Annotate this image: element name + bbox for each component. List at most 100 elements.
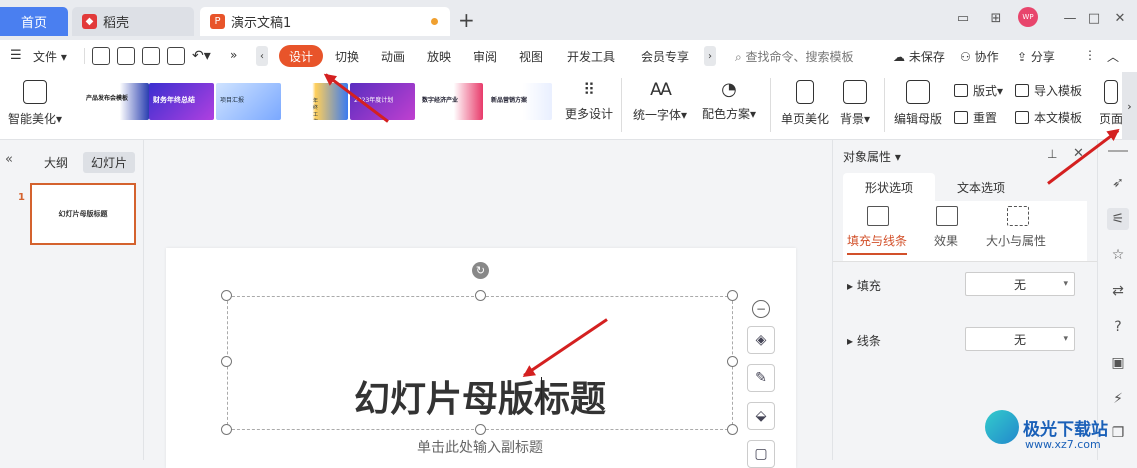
cube-icon: [23, 80, 48, 104]
tab-home[interactable]: 首页: [0, 7, 68, 36]
smart-beautify-button[interactable]: 智能美化▾: [8, 72, 62, 127]
tab-developer[interactable]: 开发工具: [567, 48, 615, 65]
collapse-ribbon-icon[interactable]: ︿: [1107, 48, 1119, 65]
collapse-toolbar-icon[interactable]: −: [752, 300, 770, 318]
close-icon[interactable]: ✕: [1109, 8, 1131, 28]
slide-subtitle[interactable]: 单击此处输入副标题: [227, 437, 733, 457]
tab-text-options[interactable]: 文本选项: [935, 173, 1027, 201]
tab-document-label: 演示文稿1: [231, 16, 292, 31]
share-icon: ⇪: [1017, 50, 1028, 64]
tab-slides[interactable]: 幻灯片: [83, 152, 136, 173]
avatar[interactable]: WP: [1018, 7, 1038, 27]
layers-icon[interactable]: ◈: [747, 326, 775, 354]
more-options-icon[interactable]: ⋮: [1084, 48, 1096, 62]
ribbon-scroll-right-button[interactable]: ›: [1122, 72, 1137, 140]
resize-handle[interactable]: [475, 424, 486, 435]
scroll-right-button[interactable]: ›: [704, 46, 716, 66]
undo-icon[interactable]: ↶▾: [192, 48, 211, 64]
reset-button[interactable]: 重置: [954, 109, 997, 126]
more-icon[interactable]: »: [230, 48, 237, 62]
resize-handle[interactable]: [221, 290, 232, 301]
resize-handle[interactable]: [221, 356, 232, 367]
file-menu[interactable]: 文件 ▾: [33, 48, 67, 65]
tab-view[interactable]: 视图: [519, 48, 543, 65]
brush-icon[interactable]: ✎: [747, 364, 775, 392]
template-thumbnail[interactable]: 数字经济产业: [418, 83, 483, 120]
layout-button[interactable]: 版式 ▾: [954, 82, 1003, 99]
new-tab-button[interactable]: +: [458, 8, 475, 32]
lightning-icon[interactable]: ⚡: [1107, 388, 1129, 410]
tab-animation[interactable]: 动画: [381, 48, 405, 65]
minimize-icon[interactable]: —: [1059, 8, 1081, 28]
resize-handle[interactable]: [727, 424, 738, 435]
collapse-pane-icon[interactable]: «: [5, 152, 13, 167]
print-icon[interactable]: [142, 47, 160, 65]
image-tool-icon[interactable]: ▣: [1107, 352, 1129, 374]
drag-handle[interactable]: [1108, 150, 1128, 152]
frame-icon[interactable]: ▢: [747, 440, 775, 468]
tab-review[interactable]: 审阅: [473, 48, 497, 65]
edit-master-label: 编辑母版: [894, 112, 943, 126]
pin-icon[interactable]: ⊥: [1047, 147, 1057, 161]
template-thumbnail-label: 数字经济产业: [422, 97, 459, 104]
import-template-button[interactable]: 导入模板: [1015, 82, 1082, 99]
fill-section-toggle[interactable]: ▸ 填充: [847, 277, 881, 294]
resize-handle[interactable]: [727, 356, 738, 367]
share-button[interactable]: ⇪ 分享: [1017, 48, 1055, 65]
fill-select[interactable]: 无: [965, 272, 1075, 296]
window-layout-icon[interactable]: ▭: [952, 8, 974, 28]
tab-slideshow[interactable]: 放映: [427, 48, 451, 65]
maximize-icon[interactable]: □: [1083, 8, 1105, 28]
tab-outline[interactable]: 大纲: [36, 152, 76, 173]
template-thumbnail[interactable]: 财务年终总结: [149, 83, 214, 120]
line-select[interactable]: 无: [965, 327, 1075, 351]
template-thumbnail[interactable]: 产品发布会模板: [84, 83, 149, 120]
properties-title[interactable]: 对象属性 ▾: [843, 148, 901, 165]
unify-font-button[interactable]: AA 统一字体▾: [633, 72, 687, 123]
subtab-fill-line[interactable]: 填充与线条: [847, 232, 908, 255]
slide-pane: « 大纲 幻灯片 1 幻灯片母版标题: [0, 140, 144, 460]
tab-design[interactable]: 设计: [279, 45, 323, 67]
presentation-logo-icon: P: [210, 14, 225, 29]
template-thumbnail[interactable]: 新品营销方案: [487, 83, 552, 120]
slide-thumbnail[interactable]: 幻灯片母版标题: [30, 183, 136, 245]
color-scheme-button[interactable]: ◔ 配色方案▾: [702, 72, 756, 122]
subtab-size-properties[interactable]: 大小与属性: [986, 232, 1046, 249]
resize-handle[interactable]: [475, 290, 486, 301]
tab-shape-options[interactable]: 形状选项: [843, 173, 935, 201]
preview-icon[interactable]: [167, 47, 185, 65]
tab-document[interactable]: P 演示文稿1: [200, 7, 450, 36]
unsaved-status[interactable]: ☁ 未保存: [893, 48, 945, 65]
help-icon[interactable]: ?: [1107, 316, 1129, 338]
grid-apps-icon[interactable]: ⊞: [985, 8, 1007, 28]
star-magic-icon[interactable]: ☆: [1107, 244, 1129, 266]
template-thumbnail[interactable]: 项目汇报: [216, 83, 281, 120]
line-section-toggle[interactable]: ▸ 线条: [847, 332, 881, 349]
rocket-icon[interactable]: ➶: [1107, 172, 1129, 194]
tab-member[interactable]: 会员专享: [641, 48, 689, 65]
single-page-beautify-button[interactable]: 单页美化: [781, 72, 829, 127]
more-design-button[interactable]: ⠿ 更多设计: [565, 72, 613, 122]
scroll-left-button[interactable]: ‹: [256, 46, 268, 66]
transition-icon[interactable]: ⇄: [1107, 280, 1129, 302]
rotate-handle-icon[interactable]: ↻: [472, 262, 489, 279]
fill-bucket-icon[interactable]: ⬙: [747, 402, 775, 430]
hamburger-icon[interactable]: ☰: [10, 48, 22, 63]
this-template-button[interactable]: 本文模板: [1015, 109, 1082, 126]
subtab-effect[interactable]: 效果: [934, 232, 958, 249]
template-thumbnail[interactable]: 年终工作汇报: [283, 83, 348, 120]
properties-sliders-icon[interactable]: ⚟: [1107, 208, 1129, 230]
page-button[interactable]: 页面: [1100, 72, 1122, 127]
tab-transition[interactable]: 切换: [335, 48, 359, 65]
pages-icon[interactable]: ❐: [1107, 422, 1129, 444]
save-icon[interactable]: [92, 47, 110, 65]
command-search[interactable]: ⌕ 查找命令、搜索模板: [735, 48, 854, 65]
export-icon[interactable]: [117, 47, 135, 65]
edit-master-button[interactable]: 编辑母版: [894, 72, 942, 127]
background-button[interactable]: 背景▾: [840, 72, 870, 127]
collab-button[interactable]: ⚇ 协作: [960, 48, 999, 65]
slide-title[interactable]: 幻灯片母版标题: [227, 370, 733, 422]
resize-handle[interactable]: [221, 424, 232, 435]
tab-daoke[interactable]: ◆ 稻壳: [72, 7, 194, 36]
resize-handle[interactable]: [727, 290, 738, 301]
